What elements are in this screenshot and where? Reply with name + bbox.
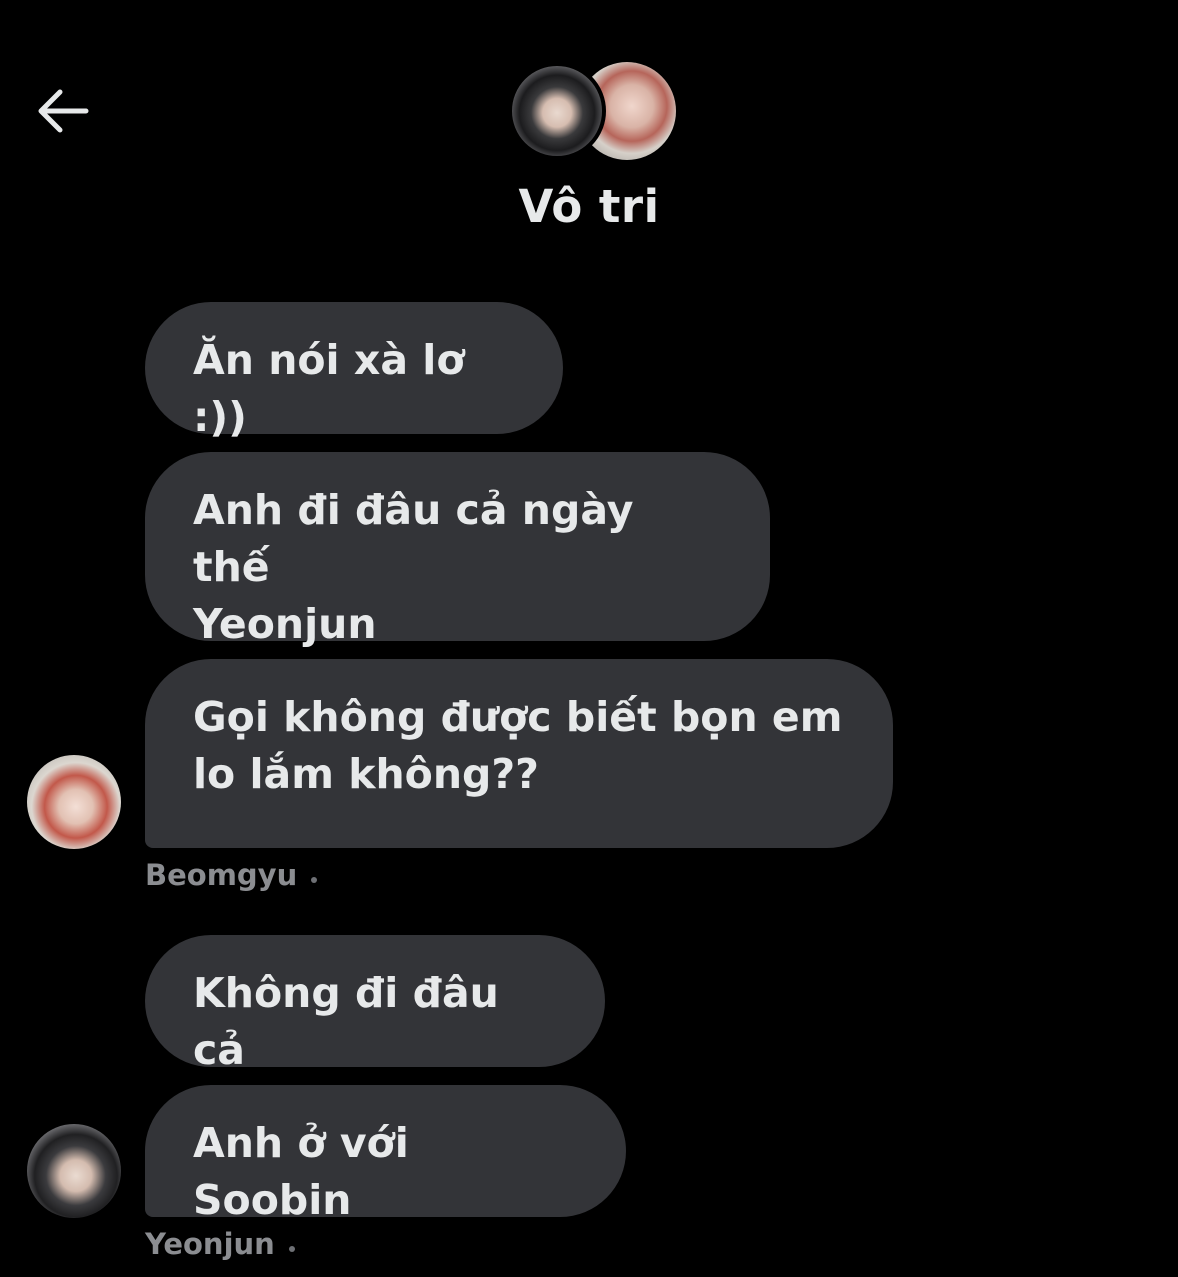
back-button[interactable] xyxy=(30,82,94,140)
sender-label: Yeonjun xyxy=(145,1227,295,1261)
conversation-title[interactable]: Vô tri xyxy=(0,180,1178,233)
group-avatars[interactable] xyxy=(508,62,676,162)
message-bubble[interactable]: Ăn nói xà lơ :)) xyxy=(145,302,563,441)
message-bubble[interactable]: Anh ở với Soobin xyxy=(145,1085,626,1224)
separator-dot xyxy=(311,877,318,883)
group-avatar-primary xyxy=(508,62,606,160)
separator-dot xyxy=(288,1246,295,1252)
avatar-beomgyu[interactable] xyxy=(27,755,121,849)
arrow-left-icon xyxy=(38,89,89,133)
avatar-yeonjun[interactable] xyxy=(27,1124,121,1218)
message-bubble[interactable]: Anh đi đâu cả ngày thế Yeonjun xyxy=(145,452,770,648)
sender-name: Beomgyu xyxy=(145,858,298,892)
message-bubble[interactable]: Không đi đâu cả xyxy=(145,935,605,1074)
sender-name: Yeonjun xyxy=(145,1227,275,1261)
message-bubble[interactable]: Gọi không được biết bọn em lo lắm không?… xyxy=(145,659,893,848)
sender-label: Beomgyu xyxy=(145,858,318,892)
